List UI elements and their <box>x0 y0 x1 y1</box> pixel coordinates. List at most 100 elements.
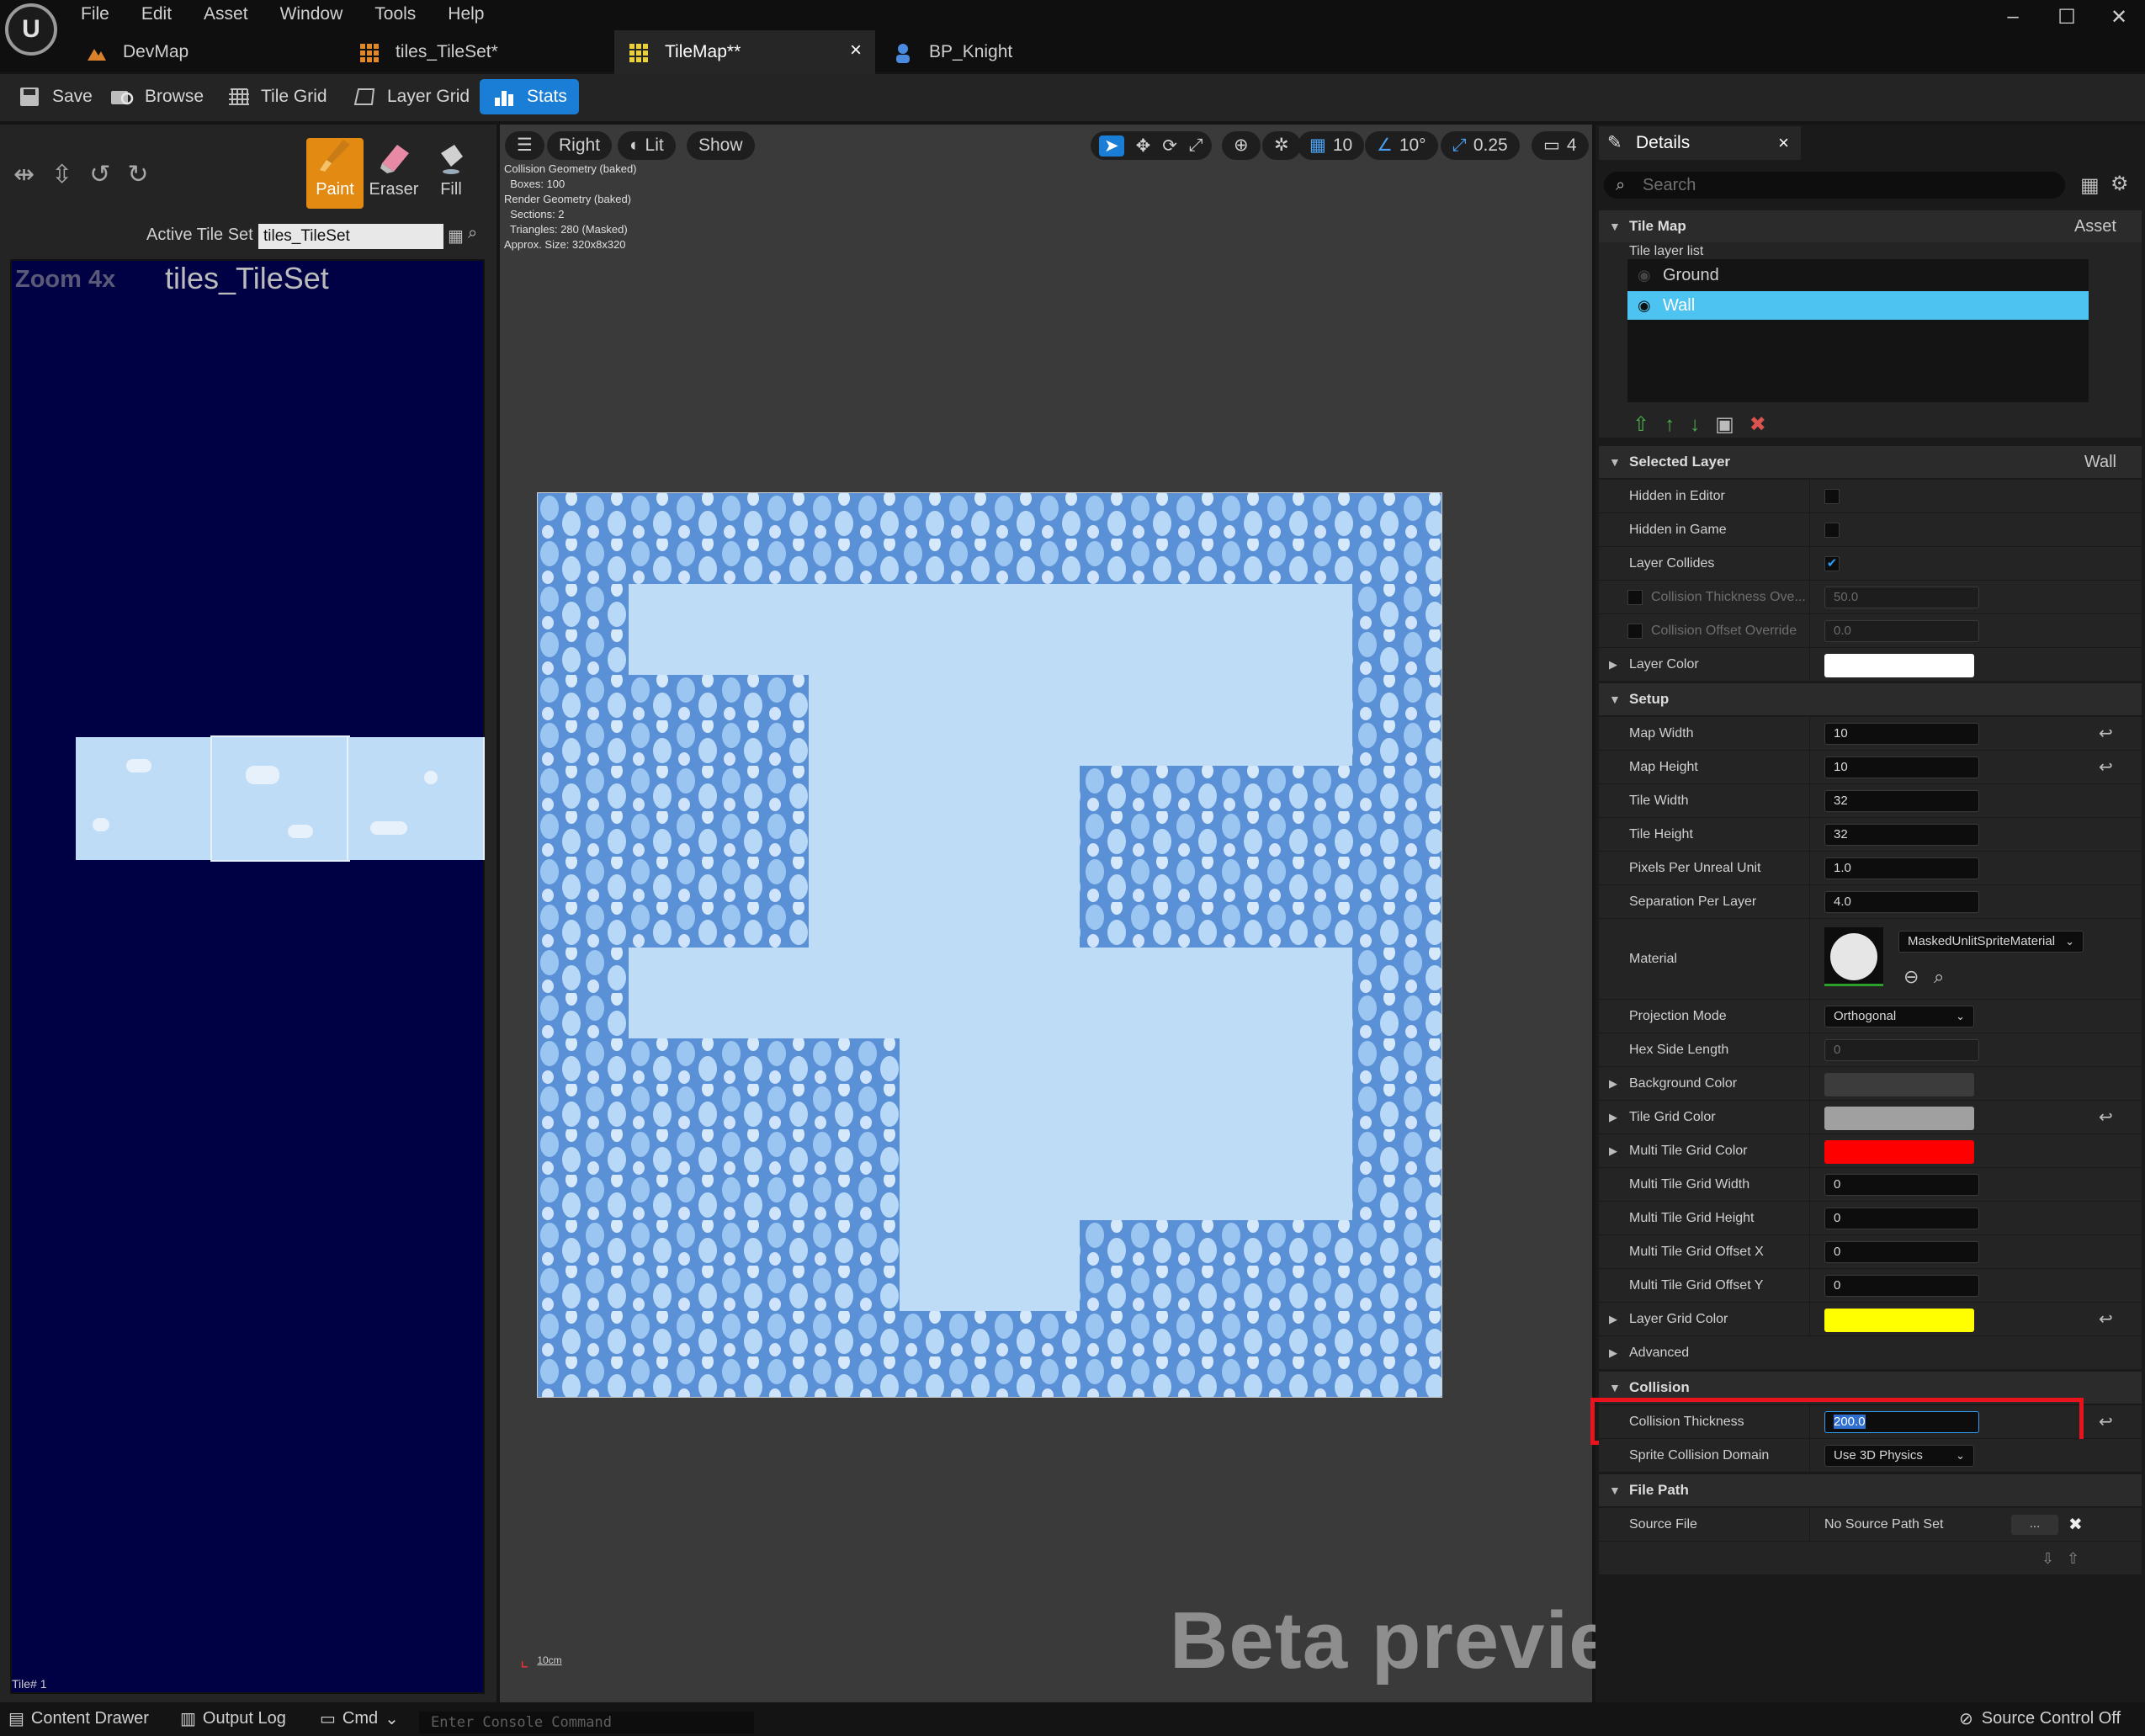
flip-vertical-icon[interactable]: ⇳ <box>51 160 72 189</box>
rotate-cw-icon[interactable]: ↻ <box>127 160 148 189</box>
selected-layer-section-header[interactable]: ▼ Selected Layer Wall <box>1599 446 2142 478</box>
multi-tile-grid-height-field[interactable]: 0 <box>1824 1208 1979 1229</box>
map-height-field[interactable]: 10 <box>1824 757 1979 778</box>
eraser-tool-button[interactable]: Eraser <box>365 138 422 209</box>
layer-grid-color-swatch[interactable] <box>1824 1309 1974 1332</box>
flip-horizontal-icon[interactable]: ⇹ <box>13 160 35 189</box>
advanced-row[interactable]: ▶ Advanced <box>1599 1336 2142 1370</box>
rotation-snap-button[interactable]: ∠ 10° <box>1365 131 1438 160</box>
tab-bp-knight[interactable]: BP_Knight <box>879 30 1131 74</box>
tile-selected[interactable] <box>210 735 350 862</box>
show-button[interactable]: Show <box>687 131 755 160</box>
tab-tileset[interactable]: tiles_TileSet* <box>345 30 614 74</box>
move-up-icon[interactable]: ↑ <box>1664 413 1675 437</box>
lit-button[interactable]: ◐ Lit <box>618 131 676 160</box>
menu-help[interactable]: Help <box>448 4 484 24</box>
multi-tile-grid-offset-x-field[interactable]: 0 <box>1824 1241 1979 1263</box>
multi-tile-grid-color-swatch[interactable] <box>1824 1140 1974 1164</box>
details-tab[interactable]: ✎ Details × <box>1599 126 1801 160</box>
active-tileset-picker[interactable]: tiles_TileSet <box>258 224 443 249</box>
output-log-button[interactable]: ▥ Output Log <box>180 1708 286 1729</box>
expand-arrow-icon[interactable]: ▶ <box>1609 1067 1617 1101</box>
tile-map-section-header[interactable]: ▼ Tile Map Asset <box>1599 210 2142 242</box>
translate-icon[interactable]: ✥ <box>1136 135 1151 157</box>
close-icon[interactable]: × <box>850 39 862 62</box>
close-window-icon[interactable]: ✕ <box>2094 5 2144 29</box>
camera-speed-button[interactable]: ▭ 4 <box>1532 131 1589 160</box>
tilemap-canvas[interactable] <box>537 492 1442 1398</box>
tile-strip[interactable] <box>76 735 485 862</box>
collision-offset-override-field[interactable]: 0.0 <box>1824 620 1979 642</box>
cmd-dropdown[interactable]: ▭ Cmd ⌄ <box>320 1708 399 1729</box>
console-input[interactable]: Enter Console Command <box>419 1712 754 1733</box>
menu-asset[interactable]: Asset <box>204 4 248 24</box>
layer-collides-checkbox[interactable]: ✔ <box>1824 556 1840 571</box>
menu-window[interactable]: Window <box>280 4 343 24</box>
hex-side-length-field[interactable]: 0 <box>1824 1039 1979 1061</box>
tileset-viewport[interactable] <box>10 259 485 1694</box>
view-mode-button[interactable]: Right <box>547 131 613 160</box>
hidden-in-editor-checkbox[interactable] <box>1824 489 1840 504</box>
gear-icon[interactable]: ⚙ <box>2110 172 2129 196</box>
sprite-collision-domain-dropdown[interactable]: Use 3D Physics ⌄ <box>1824 1445 1974 1467</box>
tile-grid-button[interactable]: Tile Grid <box>214 79 339 114</box>
menu-file[interactable]: File <box>81 4 109 24</box>
reset-icon[interactable]: ↩ <box>2099 751 2113 784</box>
multi-tile-grid-width-field[interactable]: 0 <box>1824 1174 1979 1196</box>
layer-item-ground[interactable]: ◉ Ground <box>1627 261 2089 289</box>
paint-tool-button[interactable]: Paint <box>306 138 364 209</box>
scale-snap-button[interactable]: ⤢ 0.25 <box>1441 131 1520 160</box>
pixels-per-unit-field[interactable]: 1.0 <box>1824 857 1979 879</box>
reset-icon[interactable]: ↩ <box>2099 1101 2113 1134</box>
material-picker[interactable]: MaskedUnlitSpriteMaterial ⌄ <box>1898 931 2084 953</box>
surface-snap-icon[interactable]: ✲ <box>1262 131 1301 160</box>
scale-icon[interactable]: ⤢ <box>1189 135 1203 156</box>
expand-arrow-icon[interactable]: ▶ <box>1609 1303 1617 1336</box>
grid-view-icon[interactable]: ▦ <box>448 226 464 247</box>
material-thumbnail[interactable] <box>1824 927 1883 986</box>
expand-arrow-icon[interactable]: ▶ <box>1609 1101 1617 1134</box>
expand-arrow-icon[interactable]: ▶ <box>1609 1336 1617 1370</box>
menu-tools[interactable]: Tools <box>374 4 416 24</box>
fill-tool-button[interactable]: Fill <box>422 138 480 209</box>
eye-icon[interactable]: ◉ <box>1638 291 1651 320</box>
add-layer-icon[interactable]: ⇧ <box>1633 412 1649 437</box>
expand-arrow-icon[interactable]: ▶ <box>1609 648 1617 682</box>
hidden-in-game-checkbox[interactable] <box>1824 523 1840 538</box>
details-search-input[interactable]: ⌕ Search <box>1604 172 2065 199</box>
file-path-section-header[interactable]: ▼ File Path <box>1599 1474 2142 1506</box>
tile[interactable] <box>76 737 212 860</box>
browse-button[interactable]: Browse <box>98 79 215 114</box>
rotate-icon[interactable]: ⟳ <box>1162 135 1177 157</box>
tile-height-field[interactable]: 32 <box>1824 824 1979 846</box>
menu-edit[interactable]: Edit <box>141 4 172 24</box>
override-checkbox[interactable] <box>1627 590 1643 605</box>
viewport-menu-icon[interactable]: ☰ <box>505 131 544 160</box>
open-source-icon[interactable]: ⇧ <box>2067 1542 2079 1575</box>
map-width-field[interactable]: 10 <box>1824 723 1979 745</box>
duplicate-icon[interactable]: ▣ <box>1715 412 1734 437</box>
rotate-ccw-icon[interactable]: ↺ <box>89 160 110 189</box>
layer-color-swatch[interactable] <box>1824 654 1974 677</box>
separation-per-layer-field[interactable]: 4.0 <box>1824 891 1979 913</box>
setup-section-header[interactable]: ▼ Setup <box>1599 683 2142 715</box>
move-down-icon[interactable]: ↓ <box>1690 413 1700 437</box>
unreal-logo-icon[interactable]: U <box>5 3 57 56</box>
clear-icon[interactable]: ✖ <box>2068 1508 2083 1542</box>
reimport-icon[interactable]: ⇩ <box>2041 1542 2054 1575</box>
expand-arrow-icon[interactable]: ▶ <box>1609 1134 1617 1168</box>
tile-width-field[interactable]: 32 <box>1824 790 1979 812</box>
close-icon[interactable]: × <box>1778 126 1789 160</box>
browse-source-button[interactable]: ... <box>2011 1515 2058 1535</box>
tab-tilemap[interactable]: TileMap** × <box>614 30 875 74</box>
eye-icon[interactable]: ◉ <box>1638 261 1651 289</box>
maximize-icon[interactable]: ☐ <box>2041 5 2092 29</box>
background-color-swatch[interactable] <box>1824 1073 1974 1096</box>
layer-item-wall[interactable]: ◉ Wall <box>1627 291 2089 320</box>
reset-icon[interactable]: ↩ <box>2099 1303 2113 1336</box>
use-selected-icon[interactable]: ⊖ <box>1903 966 1919 988</box>
save-button[interactable]: Save <box>5 79 104 114</box>
collision-thickness-override-field[interactable]: 50.0 <box>1824 587 1979 608</box>
delete-layer-icon[interactable]: ✖ <box>1749 412 1766 437</box>
projection-mode-dropdown[interactable]: Orthogonal ⌄ <box>1824 1006 1974 1027</box>
